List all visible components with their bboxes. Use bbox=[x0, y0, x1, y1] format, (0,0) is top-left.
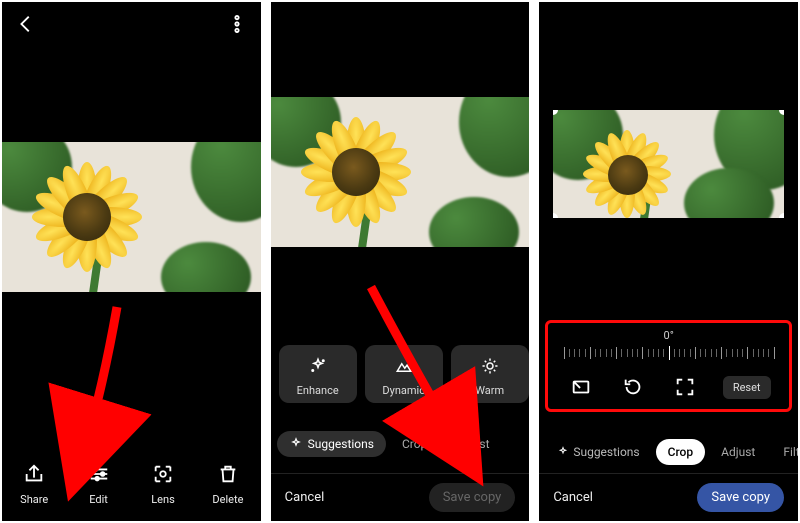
edit-button[interactable]: Edit bbox=[84, 459, 114, 506]
suggestion-dynamic[interactable]: Dynamic bbox=[365, 345, 443, 403]
screen-photo-view: Share Edit Lens Delete bbox=[2, 2, 261, 521]
lens-icon bbox=[148, 459, 178, 489]
trash-icon bbox=[213, 459, 243, 489]
rotation-degree: 0° bbox=[664, 329, 674, 342]
tab-label: Suggestions bbox=[573, 445, 639, 459]
share-button[interactable]: Share bbox=[19, 459, 49, 506]
share-label: Share bbox=[20, 493, 48, 506]
edit-label: Edit bbox=[89, 493, 108, 506]
rotate-icon[interactable] bbox=[619, 373, 647, 401]
suggestion-enhance[interactable]: Enhance bbox=[279, 345, 357, 403]
reset-button[interactable]: Reset bbox=[723, 376, 771, 399]
lens-label: Lens bbox=[151, 493, 175, 506]
suggestion-label: Enhance bbox=[297, 384, 339, 397]
cancel-button[interactable]: Cancel bbox=[553, 490, 593, 505]
tab-adjust[interactable]: Adjust bbox=[709, 439, 767, 465]
tab-label: Adjust bbox=[455, 437, 489, 451]
photo-preview[interactable] bbox=[271, 97, 530, 247]
tab-label: Filters bbox=[783, 445, 798, 459]
save-copy-button: Save copy bbox=[429, 483, 516, 512]
lens-button[interactable]: Lens bbox=[148, 459, 178, 506]
sliders-icon bbox=[84, 459, 114, 489]
tab-filters[interactable]: Filters bbox=[771, 439, 798, 465]
sun-icon bbox=[476, 352, 504, 380]
suggestion-warm[interactable]: Warm bbox=[451, 345, 529, 403]
expand-icon[interactable] bbox=[671, 373, 699, 401]
sparkle-icon bbox=[557, 446, 569, 458]
annotation-arrow bbox=[62, 302, 132, 466]
tab-label: Suggestions bbox=[308, 437, 374, 451]
tab-crop[interactable]: Crop bbox=[390, 431, 439, 457]
back-icon[interactable] bbox=[12, 10, 40, 38]
more-icon[interactable] bbox=[223, 10, 251, 38]
photo-preview[interactable] bbox=[2, 142, 261, 292]
mountain-icon bbox=[390, 352, 418, 380]
tab-crop[interactable]: Crop bbox=[656, 439, 705, 465]
suggestion-label: Dynamic bbox=[382, 384, 425, 397]
tab-suggestions[interactable]: Suggestions bbox=[277, 431, 386, 457]
sparkle-icon bbox=[304, 352, 332, 380]
rotation-ruler[interactable] bbox=[564, 345, 774, 365]
tab-label: Crop bbox=[668, 445, 693, 459]
tab-suggestions[interactable]: Suggestions bbox=[545, 439, 651, 465]
suggestion-label: Warm bbox=[475, 384, 504, 397]
delete-label: Delete bbox=[212, 493, 243, 506]
screen-edit-crop: 0° Reset Suggestions Crop Adjust Filters… bbox=[539, 2, 798, 521]
aspect-ratio-icon[interactable] bbox=[567, 373, 595, 401]
cancel-button[interactable]: Cancel bbox=[285, 490, 325, 505]
screen-edit-suggestions: Enhance Dynamic Warm Suggestions Crop Ad… bbox=[271, 2, 530, 521]
delete-button[interactable]: Delete bbox=[212, 459, 243, 506]
save-copy-button[interactable]: Save copy bbox=[697, 483, 784, 512]
crop-preview[interactable] bbox=[553, 110, 784, 218]
tab-label: Crop bbox=[402, 437, 427, 451]
tab-adjust[interactable]: Adjust bbox=[443, 431, 497, 457]
crop-handle-br[interactable] bbox=[779, 213, 784, 218]
tab-label: Adjust bbox=[721, 445, 755, 459]
share-icon bbox=[19, 459, 49, 489]
annotation-highlight: 0° Reset bbox=[545, 320, 792, 412]
sparkle-icon bbox=[289, 437, 303, 451]
